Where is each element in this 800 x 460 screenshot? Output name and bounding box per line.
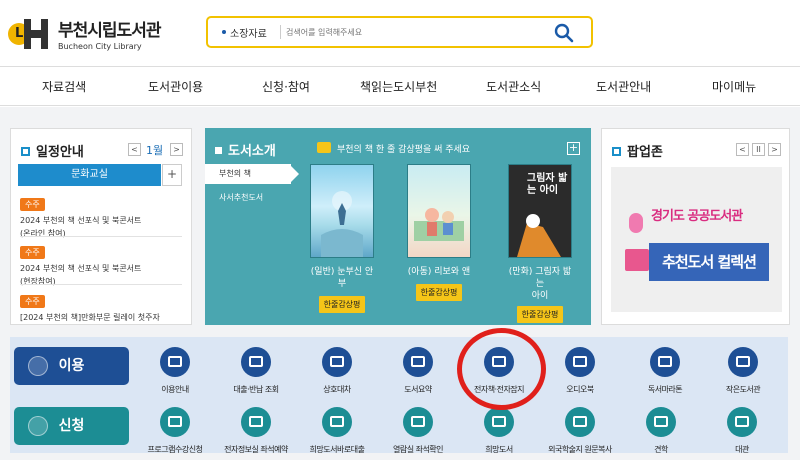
book-icon [28, 356, 48, 376]
schedule-month: 1월 [146, 144, 164, 157]
search-scope-select[interactable]: 소장자료 [230, 25, 267, 40]
book-request-icon [322, 407, 352, 437]
medal-icon [650, 347, 680, 377]
book-cover-title: 그림자 밟는 아이 [527, 173, 568, 196]
books-icon [403, 347, 433, 377]
book-cover[interactable]: 그림자 밟는 아이 [508, 164, 572, 258]
megaphone-icon [160, 347, 190, 377]
book-title: (아동) 리보와 앤 [407, 267, 471, 277]
schedule-title: 일정안내 [36, 145, 84, 160]
search-input[interactable] [286, 22, 536, 42]
review-button[interactable]: 한줄감상평 [415, 284, 463, 301]
book-title: (만화) 그림자 밟는 [508, 267, 572, 289]
month-prev-button[interactable]: < [128, 143, 141, 156]
book-item[interactable]: (아동) 리보와 앤 한줄감상평 [406, 164, 472, 301]
popup-banner-line1: 경기도 공공도서관 [651, 209, 743, 224]
library-logo[interactable]: L 부천시립도서관 Bucheon City Library [8, 16, 161, 51]
tab-bucheon-book[interactable]: 부천의 책 [205, 164, 299, 184]
group-icon [646, 407, 676, 437]
room-icon [727, 407, 757, 437]
status-badge: 수주 [20, 246, 45, 259]
status-badge: 수주 [20, 198, 45, 211]
highlight-circle [457, 328, 546, 410]
popup-banner[interactable]: 경기도 공공도서관 추천도서 컬렉션 [611, 167, 782, 312]
popup-prev-button[interactable]: < [736, 143, 749, 156]
document-icon [565, 407, 595, 437]
quick-item-program-apply[interactable]: 프로그램수강신청 [130, 407, 220, 455]
book-cover[interactable] [407, 164, 471, 258]
status-badge: 수주 [20, 295, 45, 308]
nav-item-reading-city[interactable]: 책읽는도시부천 [360, 78, 437, 95]
quick-item-tour[interactable]: 견학 [616, 407, 706, 455]
book-title-line2: 아이 [531, 291, 549, 301]
clipboard-icon [160, 407, 190, 437]
popup-banner-line2: 추천도서 컬렉션 [649, 243, 769, 281]
review-button[interactable]: 한줄감상평 [516, 306, 564, 323]
tab-culture-class[interactable]: 문화교실 [18, 164, 161, 186]
exchange-icon [322, 347, 352, 377]
building-icon [728, 347, 758, 377]
nav-item-apply[interactable]: 신청·참여 [262, 78, 310, 95]
schedule-more-button[interactable]: + [162, 164, 182, 186]
logo-mark-letter: L [15, 25, 24, 41]
quick-item-interlibrary-loan[interactable]: 상호대차 [292, 347, 382, 395]
quick-item-reading-room-seat[interactable]: 열람실 좌석확인 [373, 407, 463, 455]
gift-box-icon [625, 249, 649, 271]
quick-apply-label: 신청 [14, 407, 129, 445]
review-button[interactable]: 한줄감상평 [318, 296, 366, 313]
quick-item-foreign-journal[interactable]: 외국학술지 원문복사 [535, 407, 625, 455]
book-item[interactable]: (일반) 눈부신 안부 한줄감상평 [309, 164, 375, 313]
book-intro-more-button[interactable]: + [567, 142, 580, 155]
headphones-icon [565, 347, 595, 377]
nav-item-news[interactable]: 도서관소식 [486, 78, 541, 95]
monitor-icon [241, 407, 271, 437]
user-icon [28, 416, 48, 436]
popup-pause-button[interactable]: II [752, 143, 765, 156]
nav-item-about[interactable]: 도서관안내 [596, 78, 651, 95]
quick-item-small-library[interactable]: 작은도서관 [698, 347, 788, 395]
nav-item-search[interactable]: 자료검색 [42, 78, 86, 95]
book-intro-title: 도서소개 [228, 144, 276, 159]
logo-title: 부천시립도서관 [58, 21, 161, 41]
book-title: (일반) 눈부신 안부 [310, 267, 374, 289]
book-intro-panel: 도서소개 부천의 책 한 줄 감상평을 써 주세요 + 부천의 책 사서추천도서… [205, 128, 591, 325]
quick-item-hope-book-direct[interactable]: 희망도서바로대출 [292, 407, 382, 455]
search-icon[interactable] [553, 22, 575, 44]
list-item[interactable]: 수주 2024 부천의 책 선포식 및 북콘서트 (현장참여) [20, 240, 182, 288]
book-cover[interactable] [310, 164, 374, 258]
quick-item-rental[interactable]: 대관 [697, 407, 787, 455]
book-plus-icon [484, 407, 514, 437]
quick-item-pc-reservation[interactable]: 전자정보실 좌석예약 [211, 407, 301, 455]
list-item[interactable]: 수주 2024 부천의 책 선포식 및 북콘서트 (온라인 참여) [20, 192, 182, 240]
quick-use-label: 이용 [14, 347, 129, 385]
popup-next-button[interactable]: > [768, 143, 781, 156]
nav-item-library-use[interactable]: 도서관이용 [148, 78, 203, 95]
list-item[interactable]: 수주 [2024 부천의 책]만화부문 릴레이 첫주자 [20, 289, 182, 324]
header: L 부천시립도서관 Bucheon City Library 소장자료 [0, 0, 800, 66]
book-item[interactable]: 그림자 밟는 아이 (만화) 그림자 밟는아이 한줄감상평 [507, 164, 573, 323]
quick-item-audiobook[interactable]: 오디오북 [535, 347, 625, 395]
month-next-button[interactable]: > [170, 143, 183, 156]
book-return-icon [241, 347, 271, 377]
nav-item-mymenu[interactable]: 마이메뉴 [712, 78, 756, 95]
popup-zone-title: 팝업존 [627, 145, 663, 160]
quick-item-book-summary[interactable]: 도서요약 [373, 347, 463, 395]
search-bar: 소장자료 [206, 16, 593, 48]
quick-item-loan-check[interactable]: 대출·반납 조회 [211, 347, 301, 395]
book-review-promo[interactable]: 부천의 책 한 줄 감상평을 써 주세요 [337, 145, 470, 155]
logo-subtitle: Bucheon City Library [58, 42, 142, 51]
main-nav: 자료검색 도서관이용 신청·참여 책읽는도시부천 도서관소식 도서관안내 마이메… [0, 66, 800, 106]
quick-item-hope-book[interactable]: 희망도서 [454, 407, 544, 455]
quick-item-guide[interactable]: 이용안내 [130, 347, 220, 395]
seat-icon [403, 407, 433, 437]
pencil-icon [317, 142, 331, 153]
logo-mark: L [8, 18, 50, 49]
tab-librarian-picks[interactable]: 사서추천도서 [219, 192, 263, 203]
heart-icon [629, 213, 643, 233]
quick-item-reading-marathon[interactable]: 독서마라톤 [620, 347, 710, 395]
